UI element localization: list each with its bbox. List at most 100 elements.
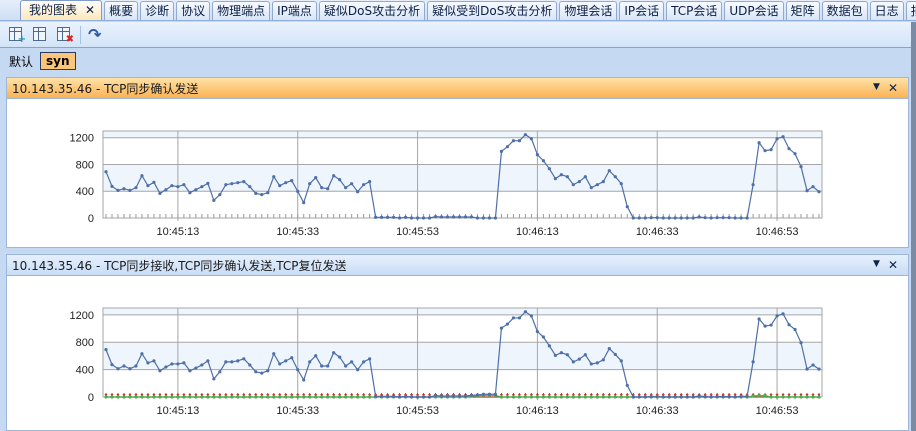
data-point (811, 185, 815, 189)
data-point (110, 184, 114, 188)
data-point (769, 323, 773, 327)
tab-9[interactable]: IP会话 (619, 1, 665, 20)
data-point (715, 395, 719, 399)
data-point (595, 183, 599, 187)
tab-label: 诊断 (145, 4, 170, 18)
tab-label: UDP会话 (729, 4, 779, 18)
data-point (727, 216, 731, 220)
delete-chart-icon[interactable]: ✖ (56, 26, 74, 45)
tab-10[interactable]: TCP会话 (666, 1, 723, 20)
tab-4[interactable]: 物理端点 (212, 1, 271, 20)
data-point (314, 395, 318, 399)
tab-5[interactable]: IP端点 (272, 1, 317, 20)
data-point (751, 183, 755, 187)
tab-1[interactable]: 概要 (104, 1, 139, 20)
data-point (320, 364, 324, 368)
data-point (362, 360, 366, 364)
data-point (595, 361, 599, 365)
data-point (685, 216, 689, 220)
data-point (499, 326, 504, 330)
refresh-icon[interactable]: ↷ (88, 25, 101, 44)
data-point (523, 133, 528, 137)
data-point (487, 216, 492, 220)
view-default[interactable]: 默认 (9, 53, 33, 70)
data-point (356, 395, 360, 399)
data-point (499, 149, 504, 154)
data-point (380, 394, 384, 398)
data-point (278, 395, 282, 399)
data-point (104, 395, 108, 399)
data-point (805, 189, 809, 193)
data-point (391, 394, 396, 398)
data-point (104, 170, 108, 174)
data-point (332, 351, 336, 355)
data-point (739, 394, 743, 398)
tab-14[interactable]: 日志 (869, 1, 904, 20)
dropdown-arrow-icon[interactable]: ▼ (873, 81, 880, 95)
close-tab-icon[interactable]: ✕ (85, 3, 95, 17)
tab-2[interactable]: 诊断 (140, 1, 175, 20)
data-point (565, 395, 569, 399)
data-point (182, 395, 186, 399)
data-point (122, 187, 126, 191)
data-point (212, 395, 216, 399)
data-point (505, 145, 510, 149)
data-point (242, 180, 246, 184)
tab-11[interactable]: UDP会话 (724, 1, 784, 20)
data-point (338, 178, 342, 182)
data-point (356, 190, 360, 194)
data-point (817, 190, 821, 194)
data-point (607, 346, 611, 351)
data-point (427, 395, 432, 399)
data-point (547, 344, 551, 348)
data-point (607, 395, 611, 399)
data-point (577, 180, 581, 184)
chart-panel-1: 10.143.35.46 - TCP同步确认发送 ▼ ✕ 0 400 800 1200 1… (6, 77, 909, 248)
tab-15[interactable]: 报表 (905, 1, 916, 20)
data-point (817, 367, 821, 371)
data-point (631, 216, 635, 220)
data-point (290, 395, 294, 399)
x-tick-label: 10:45:33 (276, 226, 319, 238)
data-point (667, 395, 671, 399)
toolbar: + ✖ ↷ (0, 22, 916, 48)
data-point (631, 395, 635, 399)
tab-8[interactable]: 物理会话 (559, 1, 618, 20)
data-point (409, 395, 414, 399)
data-point (745, 216, 749, 220)
data-point (128, 395, 132, 399)
data-point (397, 395, 402, 399)
data-point (296, 189, 300, 193)
add-chart-icon[interactable]: + (8, 26, 26, 45)
data-point (314, 176, 318, 180)
data-point (332, 395, 336, 399)
data-point (104, 348, 108, 352)
tab-13[interactable]: 数据包 (821, 1, 868, 20)
data-point (326, 395, 330, 399)
dropdown-arrow-icon[interactable]: ▼ (873, 258, 880, 272)
tab-6[interactable]: 疑似DoS攻击分析 (318, 1, 426, 20)
x-tick-label: 10:46:33 (636, 405, 679, 417)
close-icon[interactable]: ✕ (888, 81, 898, 95)
edit-chart-icon[interactable] (32, 26, 49, 43)
view-syn[interactable]: syn (40, 52, 76, 70)
data-point (499, 395, 504, 399)
data-point (260, 371, 264, 375)
data-point (643, 395, 647, 399)
data-point (206, 181, 210, 185)
data-point (170, 362, 174, 366)
data-point (170, 184, 174, 188)
data-point (547, 395, 551, 399)
tab-0[interactable]: 我的图表 ✕ (20, 0, 103, 20)
x-tick-label: 10:46:53 (756, 226, 799, 238)
tab-7[interactable]: 疑似受到DoS攻击分析 (427, 1, 558, 20)
data-point (517, 139, 522, 143)
data-point (625, 395, 629, 399)
data-point (110, 363, 114, 367)
data-point (194, 395, 198, 399)
data-point (673, 216, 677, 220)
tab-3[interactable]: 协议 (176, 1, 211, 20)
tab-12[interactable]: 矩阵 (785, 1, 820, 20)
data-point (637, 395, 641, 399)
close-icon[interactable]: ✕ (888, 258, 898, 272)
